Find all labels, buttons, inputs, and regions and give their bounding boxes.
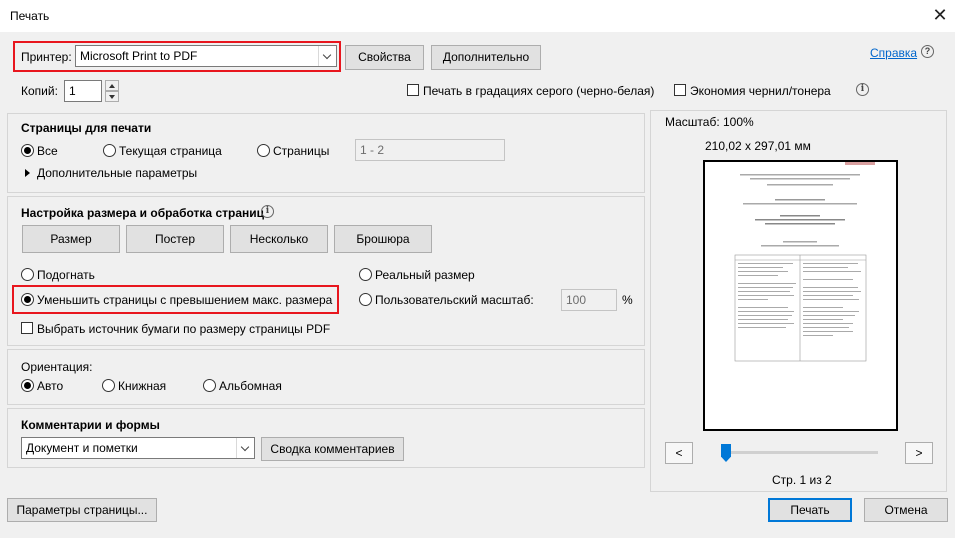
save-ink-label: Экономия чернил/тонера bbox=[690, 84, 831, 98]
orientation-landscape-radio[interactable] bbox=[203, 379, 216, 392]
document-thumbnail-icon bbox=[734, 162, 875, 362]
pages-current-radio[interactable] bbox=[103, 144, 116, 157]
window-title: Печать bbox=[10, 9, 50, 23]
orientation-panel bbox=[7, 349, 645, 405]
percent-label: % bbox=[622, 293, 633, 307]
page-indicator: Стр. 1 из 2 bbox=[772, 473, 832, 487]
copies-decrement-icon[interactable] bbox=[105, 91, 119, 102]
custom-scale-input[interactable]: 100 bbox=[561, 289, 617, 311]
custom-scale-radio[interactable] bbox=[359, 293, 372, 306]
custom-scale-label: Пользовательский масштаб: bbox=[375, 293, 534, 307]
close-icon[interactable]: ✕ bbox=[930, 4, 950, 26]
comments-select[interactable]: Документ и пометки bbox=[21, 437, 255, 459]
paper-source-checkbox[interactable] bbox=[21, 322, 33, 334]
sizing-title: Настройка размера и обработка страниц bbox=[21, 206, 264, 220]
help-icon[interactable]: ? bbox=[921, 45, 934, 58]
grayscale-checkbox[interactable] bbox=[407, 84, 419, 96]
copies-increment-icon[interactable] bbox=[105, 80, 119, 91]
grayscale-label: Печать в градациях серого (черно-белая) bbox=[423, 84, 655, 98]
preview-scale: Масштаб: 100% bbox=[665, 115, 754, 129]
comments-summary-button[interactable]: Сводка комментариев bbox=[261, 437, 404, 461]
tab-size[interactable]: Размер bbox=[22, 225, 120, 253]
advanced-button[interactable]: Дополнительно bbox=[431, 45, 541, 70]
pages-range-input[interactable]: 1 - 2 bbox=[355, 139, 505, 161]
comments-title: Комментарии и формы bbox=[21, 418, 160, 432]
copies-input[interactable]: 1 bbox=[64, 80, 102, 102]
expand-triangle-icon[interactable] bbox=[25, 169, 30, 177]
comments-select-value: Документ и пометки bbox=[26, 441, 138, 455]
properties-button[interactable]: Свойства bbox=[345, 45, 424, 70]
actual-size-radio[interactable] bbox=[359, 268, 372, 281]
info-icon[interactable]: i bbox=[856, 83, 869, 96]
save-ink-checkbox[interactable] bbox=[674, 84, 686, 96]
fit-radio[interactable] bbox=[21, 268, 34, 281]
tab-poster[interactable]: Постер bbox=[126, 225, 224, 253]
print-button[interactable]: Печать bbox=[768, 498, 852, 522]
prev-page-button[interactable]: < bbox=[665, 442, 693, 464]
actual-size-label: Реальный размер bbox=[375, 268, 475, 282]
orientation-title: Ориентация: bbox=[21, 360, 93, 374]
custom-scale-value: 100 bbox=[566, 293, 587, 307]
preview-dimensions: 210,02 x 297,01 мм bbox=[705, 139, 811, 153]
shrink-label: Уменьшить страницы с превышением макс. р… bbox=[37, 293, 333, 307]
tab-multiple[interactable]: Несколько bbox=[230, 225, 328, 253]
copies-value: 1 bbox=[69, 84, 76, 98]
orientation-landscape-label: Альбомная bbox=[219, 379, 282, 393]
chevron-down-icon bbox=[236, 438, 254, 458]
pages-all-radio[interactable] bbox=[21, 144, 34, 157]
pages-range-radio[interactable] bbox=[257, 144, 270, 157]
pages-title: Страницы для печати bbox=[21, 121, 152, 135]
orientation-portrait-radio[interactable] bbox=[102, 379, 115, 392]
orientation-portrait-label: Книжная bbox=[118, 379, 167, 393]
cancel-button[interactable]: Отмена bbox=[864, 498, 948, 522]
help-link[interactable]: Справка bbox=[870, 46, 917, 60]
sizing-info-icon[interactable]: i bbox=[261, 205, 274, 218]
orientation-auto-radio[interactable] bbox=[21, 379, 34, 392]
title-bar bbox=[0, 0, 955, 32]
next-page-button[interactable]: > bbox=[905, 442, 933, 464]
pages-range-value: 1 - 2 bbox=[360, 143, 385, 157]
fit-label: Подогнать bbox=[37, 268, 95, 282]
pages-range-label: Страницы bbox=[273, 144, 330, 158]
page-setup-button[interactable]: Параметры страницы... bbox=[7, 498, 157, 522]
tab-booklet[interactable]: Брошюра bbox=[334, 225, 432, 253]
orientation-auto-label: Авто bbox=[37, 379, 64, 393]
printer-highlight bbox=[13, 41, 341, 72]
paper-source-label: Выбрать источник бумаги по размеру стран… bbox=[37, 322, 331, 336]
page-slider-track[interactable] bbox=[722, 451, 878, 454]
page-preview bbox=[703, 160, 898, 431]
pages-current-label: Текущая страница bbox=[119, 144, 222, 158]
shrink-radio[interactable] bbox=[21, 293, 34, 306]
more-options-link[interactable]: Дополнительные параметры bbox=[37, 166, 197, 180]
copies-label: Копий: bbox=[21, 84, 58, 98]
pages-all-label: Все bbox=[37, 144, 58, 158]
